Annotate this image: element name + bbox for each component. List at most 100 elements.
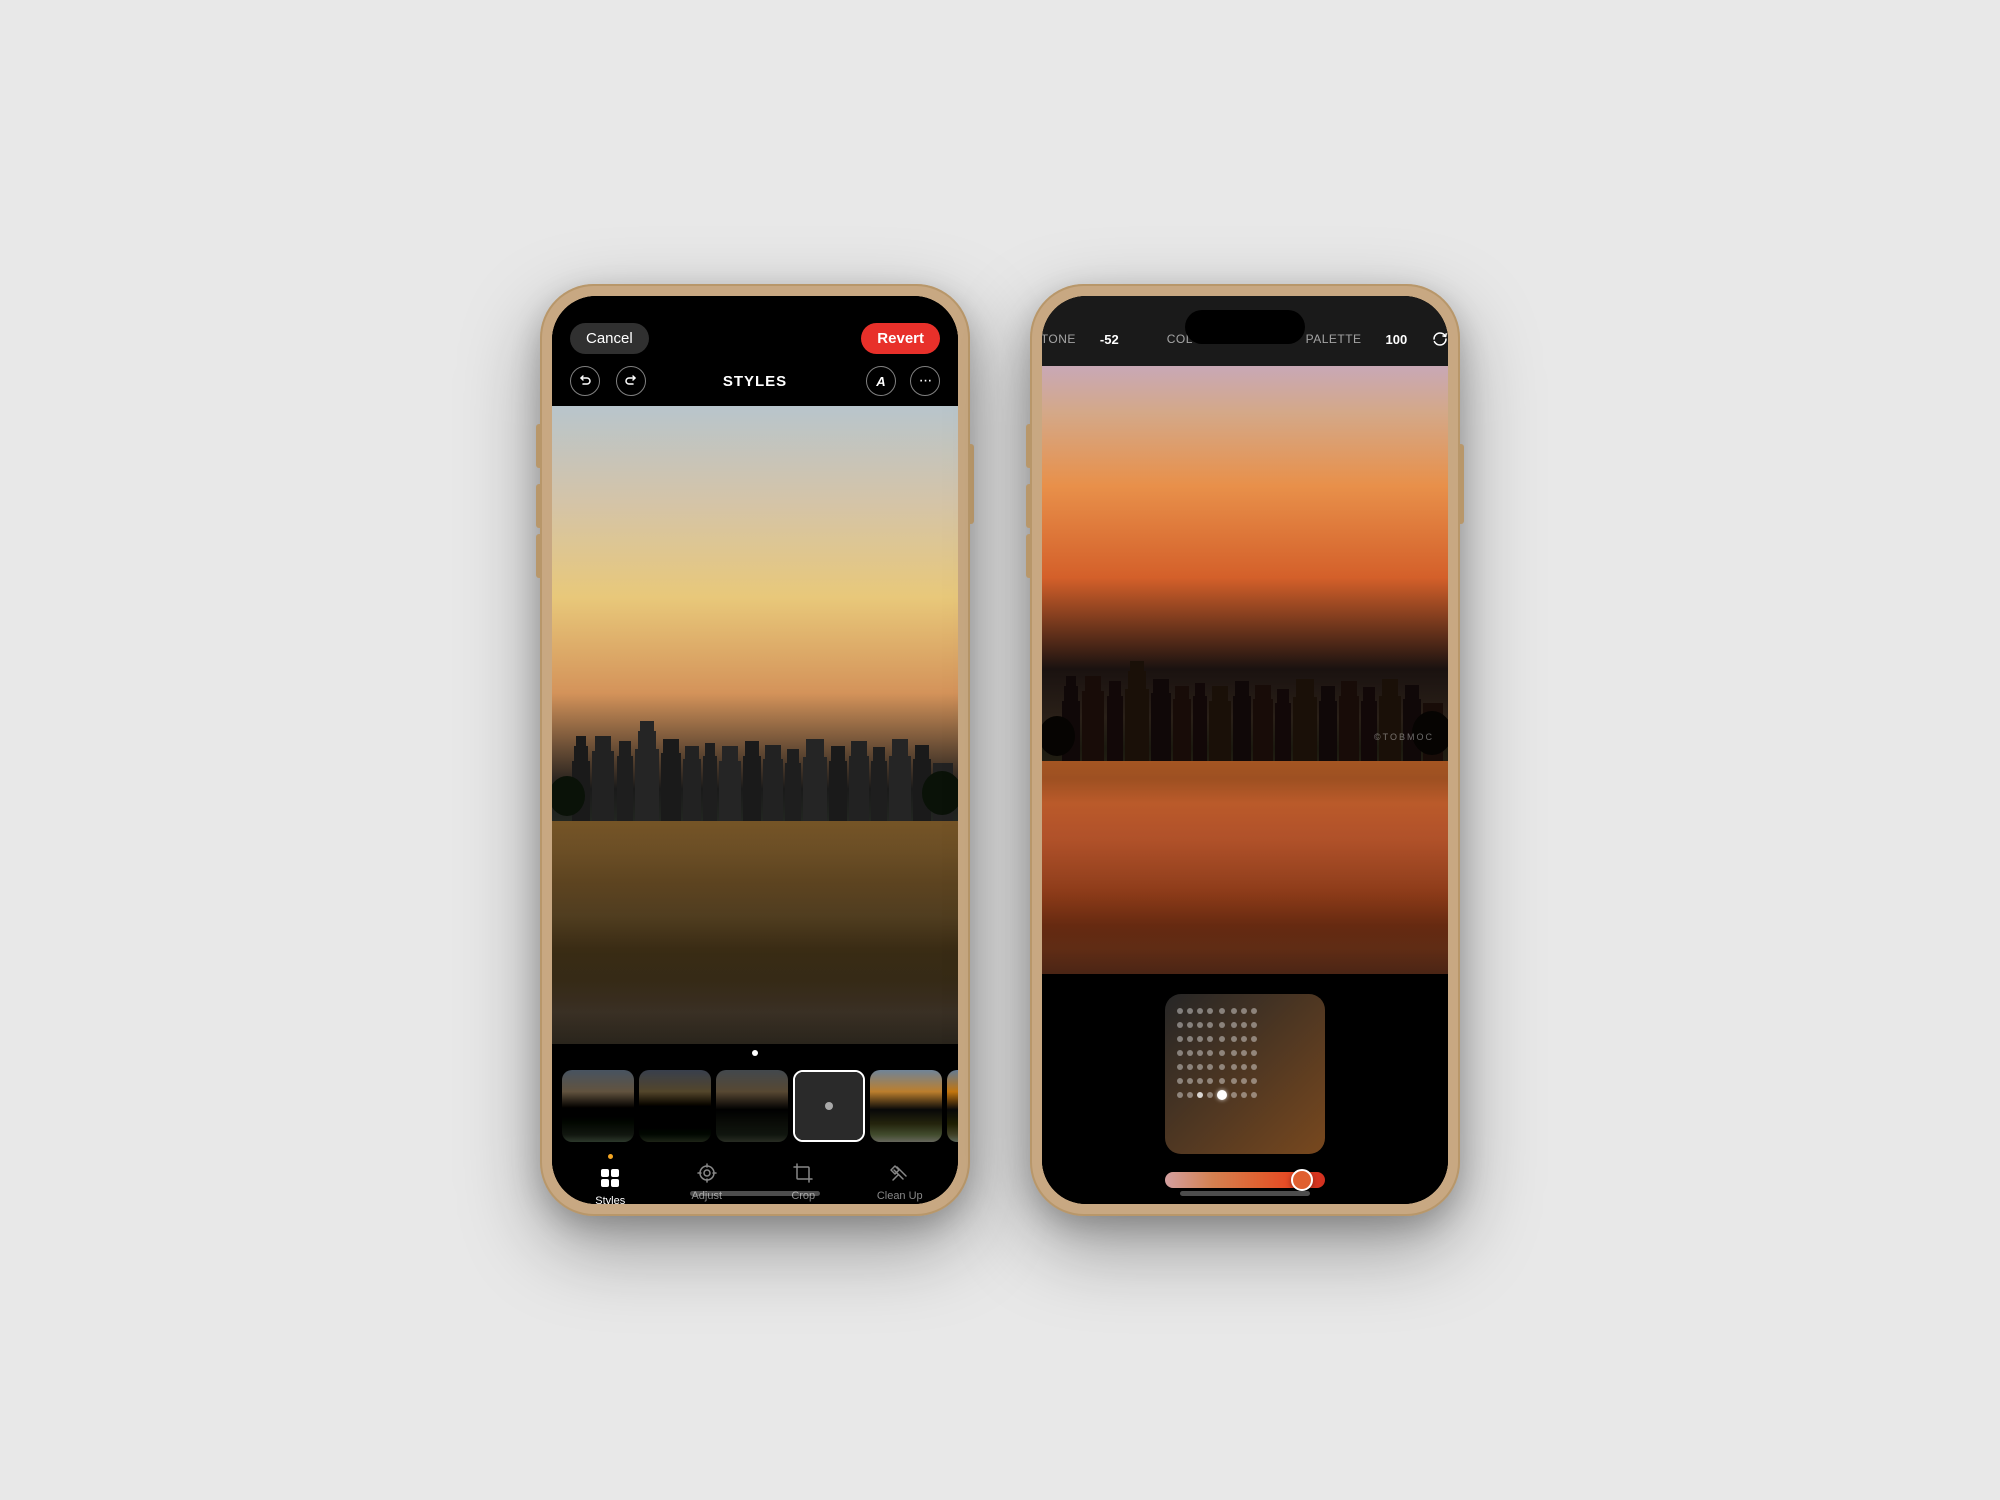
phone1-screen: Cancel Revert xyxy=(552,296,958,1204)
palette-dot xyxy=(1207,1078,1213,1084)
palette-dot xyxy=(1219,1078,1225,1084)
cleanup-label: Clean Up xyxy=(877,1190,923,1202)
toolbar2-left xyxy=(570,366,646,396)
undo-button[interactable] xyxy=(570,366,600,396)
photo-bg-left xyxy=(552,406,958,1044)
palette-dot xyxy=(1207,1064,1213,1070)
cancel-button[interactable]: Cancel xyxy=(570,323,649,354)
cleanup-icon xyxy=(887,1160,913,1186)
revert-button[interactable]: Revert xyxy=(861,323,940,354)
style-thumb-3[interactable] xyxy=(716,1070,788,1142)
palette-dot xyxy=(1207,1050,1213,1056)
palette-dot xyxy=(1187,1008,1193,1014)
palette-dot xyxy=(1177,1078,1183,1084)
palette-grid[interactable] xyxy=(1165,994,1325,1154)
tab-styles[interactable]: Styles xyxy=(575,1154,645,1204)
palette-dot xyxy=(1251,1064,1257,1070)
palette-dot xyxy=(1241,1078,1247,1084)
phones-container: Cancel Revert xyxy=(540,284,1460,1216)
style-thumb-4[interactable] xyxy=(870,1070,942,1142)
palette-dot xyxy=(1241,1092,1247,1098)
toolbar-title: STYLES xyxy=(723,373,787,390)
palette-dot xyxy=(1219,1050,1225,1056)
tone-label: TONE xyxy=(1042,332,1076,346)
palette-dot xyxy=(1251,1036,1257,1042)
palette-dot xyxy=(1187,1050,1193,1056)
style-thumb-2[interactable] xyxy=(639,1070,711,1142)
water-reflection-right xyxy=(1042,761,1448,975)
palette-dot xyxy=(1231,1050,1237,1056)
more-icon: ··· xyxy=(919,372,932,390)
palette-dot xyxy=(1251,1050,1257,1056)
phone1-toolbar2: STYLES A ··· xyxy=(552,356,958,406)
palette-dot xyxy=(1177,1064,1183,1070)
palette-dot xyxy=(1231,1064,1237,1070)
auto-enhance-button[interactable]: A xyxy=(866,366,896,396)
page-indicator xyxy=(552,1044,958,1058)
palette-dot xyxy=(1197,1050,1203,1056)
phone2-screen: TONE -52 COLOR 100 PALETTE 100 xyxy=(1042,296,1448,1204)
dynamic-island-right xyxy=(1185,310,1305,344)
palette-dot xyxy=(1177,1022,1183,1028)
reset-button[interactable] xyxy=(1431,327,1448,351)
palette-dot xyxy=(1219,1022,1225,1028)
thumbnails-strip[interactable] xyxy=(552,1058,958,1148)
style-thumb-5[interactable] xyxy=(947,1070,958,1142)
palette-dot xyxy=(1251,1022,1257,1028)
city-skyline-svg-right xyxy=(1042,641,1448,761)
styles-icon xyxy=(597,1165,623,1191)
water-reflection-left xyxy=(552,821,958,1044)
more-options-button[interactable]: ··· xyxy=(910,366,940,396)
palette-dot xyxy=(1231,1092,1237,1098)
tab-cleanup[interactable]: Clean Up xyxy=(865,1160,935,1202)
palette-dot xyxy=(1231,1078,1237,1084)
palette-dot xyxy=(1219,1008,1225,1014)
palette-dot xyxy=(1219,1064,1225,1070)
palette-dot xyxy=(1207,1092,1213,1098)
phone1-bottom: Styles xyxy=(552,1044,958,1204)
palette-dot xyxy=(1197,1064,1203,1070)
palette-dot xyxy=(1187,1036,1193,1042)
color-slider[interactable] xyxy=(1165,1172,1325,1188)
palette-value: 100 xyxy=(1386,332,1408,347)
phone-left-inner: Cancel Revert xyxy=(552,296,958,1204)
photo-area-left xyxy=(552,406,958,1044)
photo-area-right: ©TOBMOC xyxy=(1042,364,1448,974)
auto-icon: A xyxy=(876,374,885,389)
palette-dot xyxy=(1197,1078,1203,1084)
palette-dot xyxy=(1207,1022,1213,1028)
palette-dot xyxy=(1187,1064,1193,1070)
palette-dot xyxy=(1177,1092,1183,1098)
palette-dot xyxy=(1207,1008,1213,1014)
palette-label: PALETTE xyxy=(1306,332,1362,346)
home-indicator-right xyxy=(1180,1191,1310,1196)
palette-dot xyxy=(1197,1008,1203,1014)
style-thumb-1[interactable] xyxy=(562,1070,634,1142)
active-indicator xyxy=(608,1154,613,1159)
phone-right: TONE -52 COLOR 100 PALETTE 100 xyxy=(1030,284,1460,1216)
palette-dots xyxy=(1173,1002,1261,1104)
palette-dot xyxy=(1217,1090,1227,1100)
palette-dot xyxy=(1219,1036,1225,1042)
palette-dot xyxy=(1197,1022,1203,1028)
palette-dot xyxy=(1177,1036,1183,1042)
style-thumb-selected[interactable] xyxy=(793,1070,865,1142)
palette-dot xyxy=(1197,1036,1203,1042)
palette-dot xyxy=(1231,1036,1237,1042)
crop-icon xyxy=(790,1160,816,1186)
page-dot xyxy=(752,1050,758,1056)
palette-dot xyxy=(1207,1036,1213,1042)
redo-button[interactable] xyxy=(616,366,646,396)
palette-dot xyxy=(1241,1064,1247,1070)
palette-dot xyxy=(1251,1078,1257,1084)
palette-dot xyxy=(1187,1022,1193,1028)
watermark: ©TOBMOC xyxy=(1374,732,1434,742)
palette-dot xyxy=(1187,1078,1193,1084)
palette-dot xyxy=(1251,1092,1257,1098)
color-slider-container[interactable] xyxy=(1165,1166,1325,1194)
palette-dot xyxy=(1241,1036,1247,1042)
slider-thumb[interactable] xyxy=(1291,1169,1313,1191)
home-indicator-left xyxy=(690,1191,820,1196)
palette-dot xyxy=(1241,1008,1247,1014)
phone-left: Cancel Revert xyxy=(540,284,970,1216)
